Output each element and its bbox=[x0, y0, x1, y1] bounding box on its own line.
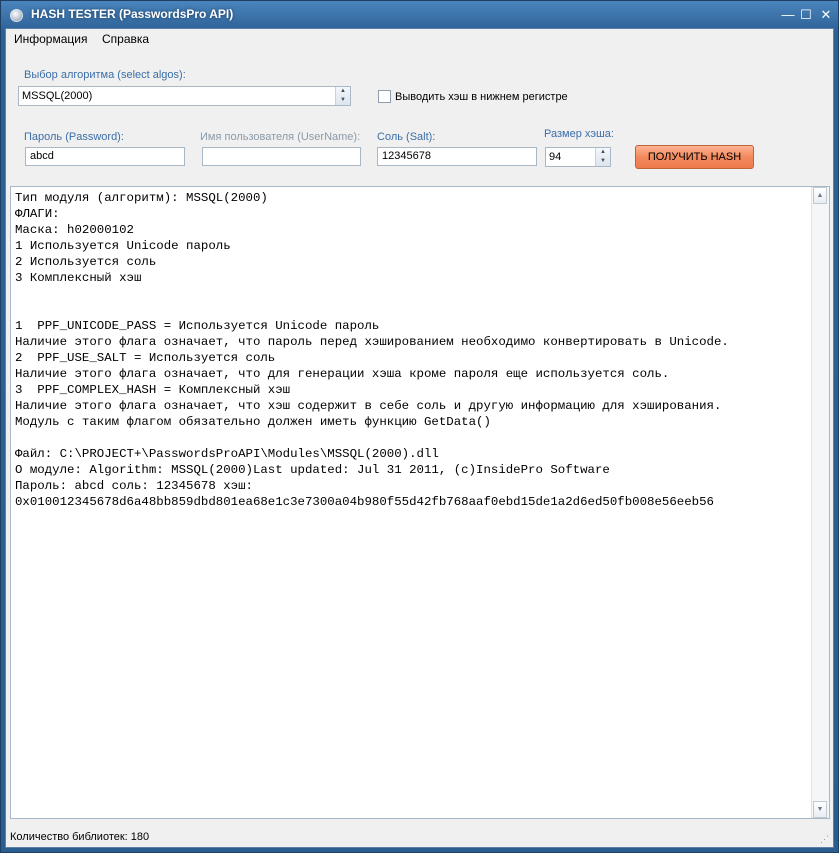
spin-up-icon[interactable]: ▲ bbox=[596, 148, 610, 157]
lowercase-checkbox[interactable] bbox=[378, 90, 391, 103]
output-line: 1 PPF_UNICODE_PASS = Используется Unicod… bbox=[15, 319, 380, 333]
library-count-status: Количество библиотек: 180 bbox=[10, 831, 150, 843]
algo-select[interactable]: MSSQL(2000) ▲ ▼ bbox=[18, 86, 351, 106]
app-icon[interactable] bbox=[10, 9, 23, 22]
output-line: Наличие этого флага означает, что пароль… bbox=[15, 335, 729, 349]
title-bar[interactable]: HASH TESTER (PasswordsPro API) — ☐ ✕ bbox=[1, 1, 838, 29]
get-hash-button[interactable]: ПОЛУЧИТЬ HASH bbox=[635, 145, 754, 169]
hash-size-label: Размер хэша: bbox=[544, 128, 614, 140]
algo-spin-buttons[interactable]: ▲ ▼ bbox=[335, 87, 350, 105]
maximize-button[interactable]: ☐ bbox=[796, 7, 816, 23]
resize-grip-icon[interactable]: ⋰ bbox=[820, 834, 830, 844]
hash-size-value: 94 bbox=[549, 151, 562, 163]
output-line: Наличие этого флага означает, что для ге… bbox=[15, 367, 670, 381]
status-bar: Количество библиотек: 180 ⋰ bbox=[6, 828, 833, 847]
output-line: Файл: C:\PROJECT+\PasswordsProAPI\Module… bbox=[15, 447, 439, 461]
output-line: 1 Используется Unicode пароль bbox=[15, 239, 231, 253]
minimize-button[interactable]: — bbox=[778, 7, 798, 23]
menu-bar: Информация Справка bbox=[6, 29, 833, 50]
scroll-up-icon[interactable]: ▲ bbox=[813, 187, 827, 204]
output-line: ФЛАГИ: bbox=[15, 207, 60, 221]
algo-label: Выбор алгоритма (select algos): bbox=[24, 69, 186, 81]
username-input[interactable] bbox=[202, 147, 361, 166]
spin-up-icon[interactable]: ▲ bbox=[336, 87, 350, 96]
vertical-scrollbar[interactable]: ▲ ▼ bbox=[811, 187, 829, 818]
hash-size-spin-buttons[interactable]: ▲ ▼ bbox=[595, 148, 610, 166]
algo-select-value: MSSQL(2000) bbox=[22, 90, 93, 102]
salt-input[interactable]: 12345678 bbox=[377, 147, 537, 166]
output-line: Наличие этого флага означает, что хэш со… bbox=[15, 399, 722, 413]
menu-help[interactable]: Справка bbox=[102, 32, 149, 46]
output-line: Модуль с таким флагом обязательно должен… bbox=[15, 415, 491, 429]
output-line: Маска: h02000102 bbox=[15, 223, 134, 237]
scroll-down-icon[interactable]: ▼ bbox=[813, 801, 827, 818]
window-title: HASH TESTER (PasswordsPro API) bbox=[31, 7, 234, 21]
salt-label: Соль (Salt): bbox=[377, 131, 436, 143]
output-line: Тип модуля (алгоритм): MSSQL(2000) bbox=[15, 191, 268, 205]
hash-size-input[interactable]: 94 ▲ ▼ bbox=[545, 147, 611, 167]
output-line: 2 Используется соль bbox=[15, 255, 157, 269]
output-line: О модуле: Algorithm: MSSQL(2000)Last upd… bbox=[15, 463, 610, 477]
output-line: 3 PPF_COMPLEX_HASH = Комплексный хэш bbox=[15, 383, 291, 397]
output-line: 2 PPF_USE_SALT = Используется соль bbox=[15, 351, 276, 365]
spin-down-icon[interactable]: ▼ bbox=[336, 96, 350, 105]
spin-down-icon[interactable]: ▼ bbox=[596, 157, 610, 166]
password-input[interactable]: abcd bbox=[25, 147, 185, 166]
output-line: Пароль: abcd соль: 12345678 хэш: bbox=[15, 479, 253, 493]
close-button[interactable]: ✕ bbox=[816, 7, 836, 23]
password-label: Пароль (Password): bbox=[24, 131, 124, 143]
menu-info[interactable]: Информация bbox=[14, 32, 87, 46]
client-area: Информация Справка Выбор алгоритма (sele… bbox=[5, 28, 834, 848]
app-window: HASH TESTER (PasswordsPro API) — ☐ ✕ Инф… bbox=[0, 0, 839, 853]
output-text: Тип модуля (алгоритм): MSSQL(2000) ФЛАГИ:… bbox=[15, 190, 811, 510]
output-line: 0x010012345678d6a48bb859dbd801ea68e1c3e7… bbox=[15, 495, 714, 509]
lowercase-label[interactable]: Выводить хэш в нижнем регистре bbox=[395, 91, 568, 103]
output-line: 3 Комплексный хэш bbox=[15, 271, 142, 285]
username-label: Имя пользователя (UserName): bbox=[200, 131, 361, 143]
output-textarea[interactable]: Тип модуля (алгоритм): MSSQL(2000) ФЛАГИ:… bbox=[10, 186, 830, 819]
